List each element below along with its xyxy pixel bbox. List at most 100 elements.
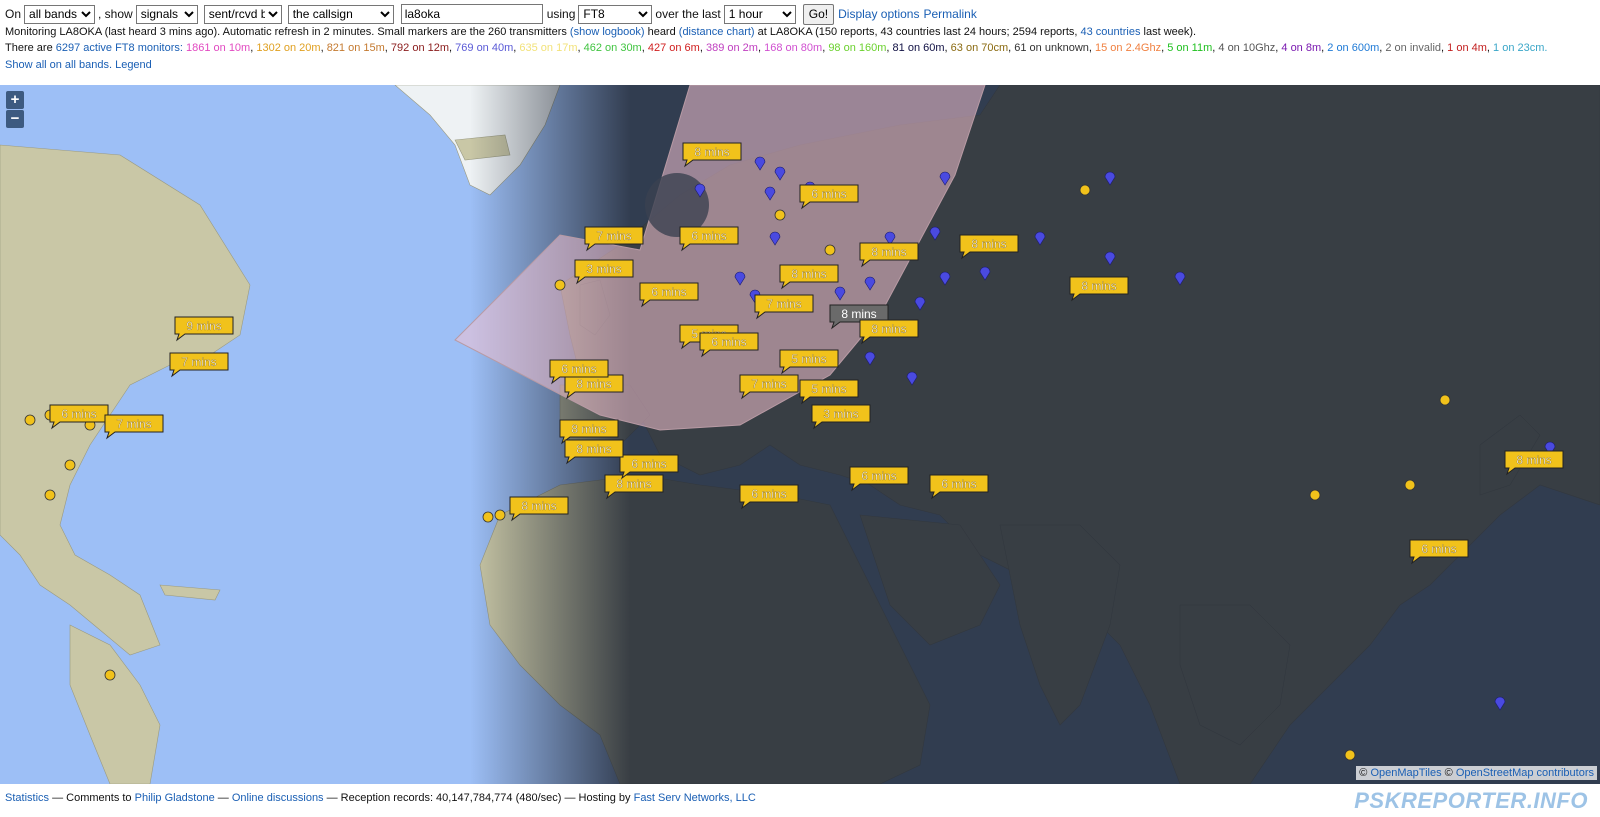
label-text: 6 mins [861, 469, 896, 483]
monitor-pin[interactable] [104, 669, 116, 681]
monitor-pin[interactable] [482, 511, 494, 523]
band-count[interactable]: 61 on unknown [1014, 42, 1089, 54]
band-count[interactable]: 1 on 4m [1447, 42, 1487, 54]
countries-link[interactable]: 43 countries [1081, 26, 1141, 38]
dash-text: — [217, 792, 229, 804]
monitor-pin[interactable] [24, 414, 36, 426]
monitor-pin[interactable] [554, 279, 566, 291]
band-count[interactable]: 1 on 23cm. [1493, 42, 1547, 54]
band-count[interactable]: 792 on 12m [391, 42, 449, 54]
label-text: 9 mins [186, 319, 221, 333]
monitor-pin[interactable] [1404, 479, 1416, 491]
zoom-out-button[interactable]: − [6, 110, 24, 128]
band-count[interactable]: 4 on 8m [1281, 42, 1321, 54]
mode-select[interactable]: FT8 [578, 4, 653, 24]
band-count[interactable]: 389 on 2m [706, 42, 758, 54]
band-count[interactable]: 168 on 80m [764, 42, 822, 54]
links-line: Show all on all bands. Legend [5, 59, 152, 71]
label-text: 3 mins [586, 262, 621, 276]
monitor-pin[interactable] [64, 459, 76, 471]
last-week-text: last week). [1143, 26, 1197, 38]
band-count[interactable]: 15 on 2.4Ghz [1095, 42, 1161, 54]
on-label: On [5, 7, 22, 21]
band-count[interactable]: 81 on 60m [893, 42, 945, 54]
monitor-pin[interactable] [494, 509, 506, 521]
show-label: , show [98, 7, 133, 21]
band-count[interactable]: 5 on 11m [1167, 42, 1212, 54]
report-label[interactable]: 7 mins [169, 352, 229, 378]
author-link[interactable]: Philip Gladstone [135, 792, 215, 804]
band-count[interactable]: 1861 on 10m [186, 42, 250, 54]
label-text: 5 mins [791, 352, 826, 366]
band-count[interactable]: 427 on 6m [648, 42, 700, 54]
label-text: 6 mins [751, 487, 786, 501]
distance-chart-link[interactable]: (distance chart) [679, 26, 755, 38]
label-text: 8 mins [871, 322, 906, 336]
label-text: 6 mins [711, 335, 746, 349]
openstreetmap-link[interactable]: OpenStreetMap contributors [1456, 767, 1594, 779]
band-count[interactable]: 4 on 10Ghz [1218, 42, 1275, 54]
label-text: 6 mins [631, 457, 666, 471]
band-select[interactable]: all bands [24, 4, 96, 24]
north-america [0, 144, 251, 656]
go-button[interactable]: Go! [802, 3, 835, 25]
hosting-link[interactable]: Fast Serv Networks, LLC [634, 792, 756, 804]
monitors-line: There are 6297 active FT8 monitors: 1861… [5, 42, 1547, 54]
band-count[interactable]: 1302 on 20m [256, 42, 320, 54]
map-canvas: 8 mins 6 mins 9 mins 7 mins 8 mins 6 mins 8 mi… [0, 85, 1600, 784]
map-view[interactable]: 8 mins 6 mins 9 mins 7 mins 8 mins 6 mins 8 mi… [0, 85, 1600, 784]
label-text: 7 mins [596, 229, 631, 243]
label-text: 3 mins [823, 407, 858, 421]
monitor-pin[interactable] [1344, 749, 1356, 761]
monitors-prefix: There are [5, 42, 53, 54]
period-select[interactable]: 1 hour [723, 4, 796, 24]
label-text: 8 mins [576, 442, 611, 456]
monitor-pin[interactable] [44, 489, 56, 501]
label-text: 8 mins [571, 422, 606, 436]
footer: Statistics — Comments to Philip Gladston… [5, 792, 756, 804]
band-count[interactable]: 63 on 70cm [951, 42, 1008, 54]
comments-text: — Comments to [52, 792, 132, 804]
band-count[interactable]: 462 on 30m [584, 42, 642, 54]
monitor-pin[interactable] [1309, 489, 1321, 501]
band-count[interactable]: 821 on 15m [327, 42, 385, 54]
legend-link[interactable]: Legend [115, 59, 152, 71]
zoom-in-button[interactable]: + [6, 91, 24, 109]
label-text: 7 mins [751, 377, 786, 391]
label-text: 6 mins [651, 285, 686, 299]
band-count[interactable]: 2 on invalid [1385, 42, 1441, 54]
show-select[interactable]: signals [135, 4, 198, 24]
show-logbook-link[interactable]: (show logbook) [570, 26, 645, 38]
active-monitors-link[interactable]: 6297 active FT8 monitors: [56, 42, 183, 54]
label-text: 6 mins [561, 362, 596, 376]
openmaptiles-link[interactable]: OpenMapTiles [1370, 767, 1441, 779]
monitor-pin[interactable] [824, 244, 836, 256]
target-select[interactable]: the callsign [287, 4, 394, 24]
monitor-pin[interactable] [1439, 394, 1451, 406]
report-label[interactable]: 7 mins [104, 414, 164, 440]
attrib-mid: © [1444, 767, 1453, 779]
map-attribution: © OpenMapTiles © OpenStreetMap contribut… [1356, 766, 1597, 780]
display-options-link[interactable]: Display options [838, 7, 919, 21]
permalink-link[interactable]: Permalink [923, 7, 976, 21]
discussions-link[interactable]: Online discussions [232, 792, 324, 804]
label-text: 5 mins [811, 382, 846, 396]
label-text: 8 mins [694, 145, 729, 159]
site-logo: PSKREPORTER.INFO [1354, 788, 1588, 813]
band-count[interactable]: 98 on 160m [828, 42, 886, 54]
heard-text: heard [647, 26, 676, 38]
status-line: Monitoring LA8OKA (last heard 3 mins ago… [5, 26, 1196, 38]
monitor-pin[interactable] [1079, 184, 1091, 196]
band-count[interactable]: 769 on 40m [455, 42, 513, 54]
label-text: 8 mins [616, 477, 651, 491]
callsign-input[interactable] [400, 4, 543, 24]
show-all-bands-link[interactable]: Show all on all bands. [5, 59, 112, 71]
label-text: 7 mins [116, 417, 151, 431]
attrib-prefix: © [1359, 767, 1368, 779]
statistics-link[interactable]: Statistics [5, 792, 49, 804]
direction-select[interactable]: sent/rcvd by [203, 4, 282, 24]
band-count[interactable]: 2 on 600m [1327, 42, 1379, 54]
label-text: 8 mins [521, 499, 556, 513]
band-count[interactable]: 635 on 17m [519, 42, 577, 54]
monitor-pin[interactable] [774, 209, 786, 221]
